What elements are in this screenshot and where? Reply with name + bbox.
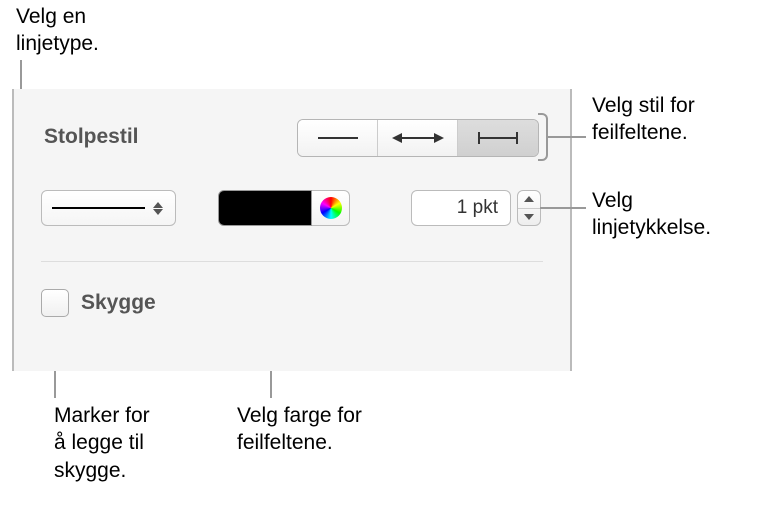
callout-linetype: Velg en linjetype.: [16, 3, 99, 58]
shadow-label: Skygge: [81, 291, 156, 315]
callout-errorbar-style: Velg stil for feilfeltene.: [592, 92, 695, 147]
stepper-down[interactable]: [518, 209, 540, 226]
line-arrows-icon: [390, 131, 446, 145]
section-title: Stolpestil: [44, 125, 139, 149]
line-plain-icon: [313, 132, 363, 144]
shadow-row: Skygge: [41, 289, 156, 317]
color-swatch[interactable]: [218, 190, 312, 226]
color-control: [218, 190, 350, 226]
line-caps-icon: [473, 130, 523, 146]
style-panel: Stolpestil: [12, 89, 572, 371]
solid-line-icon: [52, 207, 145, 209]
chevron-down-icon: [524, 214, 534, 220]
errorbar-style-arrows[interactable]: [378, 120, 458, 156]
callout-line: [548, 136, 586, 138]
thickness-input[interactable]: 1 pkt: [411, 190, 511, 226]
color-wheel-icon: [320, 197, 342, 219]
callout-line: [540, 207, 586, 209]
thickness-control: 1 pkt: [411, 190, 541, 226]
linetype-dropdown[interactable]: [41, 190, 176, 226]
divider: [41, 261, 543, 262]
dropdown-arrows-icon: [151, 202, 165, 215]
shadow-checkbox[interactable]: [41, 289, 69, 317]
callout-thickness: Velg linjetykkelse.: [592, 187, 711, 242]
chevron-up-icon: [524, 196, 534, 202]
errorbar-style-caps[interactable]: [458, 120, 538, 156]
thickness-stepper: [517, 190, 541, 226]
callout-bracket: [538, 113, 548, 161]
stepper-up[interactable]: [518, 191, 540, 209]
callout-color: Velg farge for feilfeltene.: [237, 402, 362, 457]
errorbar-style-line[interactable]: [298, 120, 378, 156]
color-picker-button[interactable]: [312, 190, 350, 226]
callout-shadow: Marker for å legge til skygge.: [54, 402, 150, 484]
errorbar-style-segmented: [297, 119, 539, 157]
